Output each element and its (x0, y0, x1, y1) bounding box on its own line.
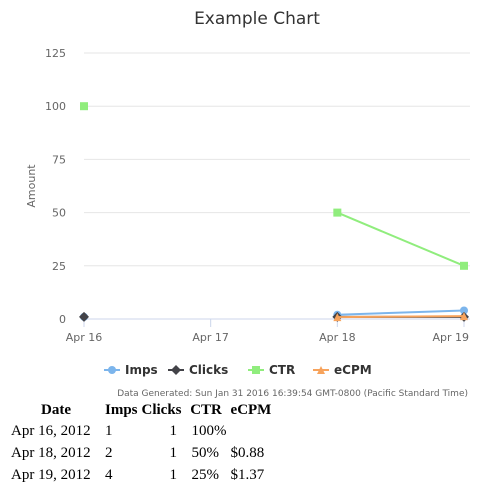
legend-label-ecpm: eCPM (334, 363, 372, 377)
cell-ctr: 25% (191, 466, 220, 483)
y-tick-label: 0 (59, 313, 66, 326)
header-imps: Imps (105, 402, 138, 418)
legend-marker-ctr (252, 366, 260, 374)
cell-imps: 1 (105, 422, 113, 439)
data-point-ctr (460, 261, 468, 270)
cell-date: Apr 16, 2012 (11, 422, 91, 439)
header-date: Date (41, 402, 71, 418)
chart-container: 0 25 50 75 100 125 Apr 16 Apr 17 Apr 18 Apr 19 Im… (0, 0, 484, 400)
cell-clicks: 1 (169, 466, 178, 483)
legend[interactable]: Imps Clicks CTR eCPM (104, 363, 372, 377)
legend-item-ctr[interactable]: CTR (248, 363, 295, 377)
cell-imps: 2 (105, 444, 113, 461)
data-generated-caption: Data Generated: Sun Jan 31 2016 16:39:54… (117, 389, 468, 399)
series-ctr (80, 102, 468, 270)
legend-item-clicks[interactable]: Clicks (168, 363, 228, 377)
x-tick-label: Apr 18 (319, 331, 356, 344)
legend-marker-imps (108, 366, 116, 374)
cell-clicks: 1 (169, 444, 178, 461)
cell-ctr: 100% (191, 422, 227, 439)
cell-clicks: 1 (169, 422, 178, 439)
table-head: Date Imps Clicks CTR eCPM (9, 401, 273, 420)
chart-title: Example Chart (194, 9, 320, 29)
y-axis-label: Amount (25, 164, 38, 208)
legend-item-ecpm[interactable]: eCPM (313, 363, 372, 377)
x-tick-label: Apr 17 (192, 331, 229, 344)
x-tick-label: Apr 16 (66, 331, 103, 344)
legend-item-imps[interactable]: Imps (104, 363, 158, 377)
data-table: Date Imps Clicks CTR eCPM Apr 16, 2012 1… (9, 401, 273, 486)
data-point-clicks (79, 311, 89, 322)
header-clicks: Clicks (141, 402, 182, 418)
series (79, 102, 469, 322)
table-header-row: Date Imps Clicks CTR eCPM (9, 401, 273, 420)
table-row: Apr 19, 2012 4 1 25% $1.37 (9, 464, 273, 486)
table-row: Apr 16, 2012 1 1 100% (9, 420, 273, 442)
table-row: Apr 18, 2012 2 1 50% $0.88 (9, 442, 273, 464)
y-tick-label: 25 (52, 260, 66, 273)
cell-date: Apr 18, 2012 (11, 444, 91, 461)
y-tick-label: 125 (45, 47, 66, 60)
legend-label-clicks: Clicks (189, 363, 228, 377)
cell-ecpm: $0.88 (230, 444, 265, 461)
series-line-ctr (336, 211, 465, 267)
line-chart: 0 25 50 75 100 125 Apr 16 Apr 17 Apr 18 Apr 19 Im… (25, 9, 470, 399)
x-tick-label: Apr 19 (432, 331, 469, 344)
cell-ecpm (229, 420, 274, 442)
legend-marker-clicks (171, 365, 181, 375)
y-tick-label: 100 (45, 100, 66, 113)
cell-date: Apr 19, 2012 (11, 466, 91, 483)
cell-ctr: 50% (191, 444, 220, 461)
legend-label-ctr: CTR (269, 363, 295, 377)
series-line-imps (337, 309, 465, 316)
header-ecpm: eCPM (230, 402, 272, 418)
header-ctr: CTR (190, 402, 222, 418)
data-point-ctr (333, 208, 342, 217)
cell-ecpm: $1.37 (230, 466, 265, 483)
y-tick-label: 75 (52, 153, 66, 166)
data-point-ctr (80, 102, 88, 111)
grid (84, 52, 470, 320)
y-tick-label: 50 (52, 207, 66, 220)
table-body: Apr 16, 2012 1 1 100% Apr 18, 2012 2 1 5… (9, 420, 273, 486)
cell-imps: 4 (105, 466, 113, 483)
axes: 0 25 50 75 100 125 Apr 16 Apr 17 Apr 18 Apr 19 (45, 47, 469, 344)
legend-label-imps: Imps (125, 363, 158, 377)
series-line-ecpm (337, 315, 465, 319)
